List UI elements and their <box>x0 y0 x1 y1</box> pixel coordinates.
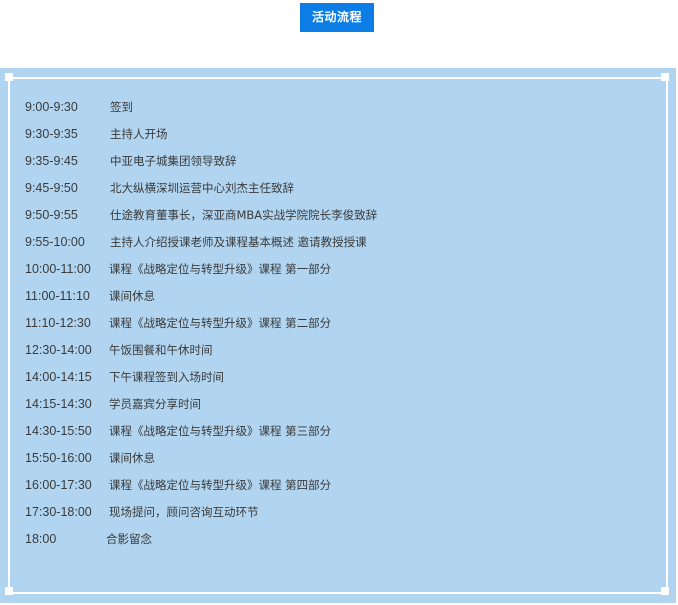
frame-corner-top-left <box>5 73 13 81</box>
schedule-row: 14:15-14:30 学员嘉宾分享时间 <box>25 395 625 422</box>
schedule-desc: 北大纵横深圳运营中心刘杰主任致辞 <box>110 181 294 195</box>
schedule-desc: 课程《战略定位与转型升级》课程 第二部分 <box>109 316 332 330</box>
schedule-time: 10:00-11:00 <box>25 262 91 276</box>
schedule-desc: 课程《战略定位与转型升级》课程 第一部分 <box>109 262 332 276</box>
schedule-desc: 主持人介绍授课老师及课程基本概述 邀请教授授课 <box>110 235 367 249</box>
frame-corner-bottom-right <box>661 587 669 595</box>
schedule-desc: 中亚电子城集团领导致辞 <box>110 154 237 168</box>
schedule-desc: 课间休息 <box>109 451 155 465</box>
schedule-row: 15:50-16:00 课间休息 <box>25 449 625 476</box>
schedule-time: 18:00 <box>25 532 57 546</box>
schedule-row: 11:10-12:30 课程《战略定位与转型升级》课程 第二部分 <box>25 314 625 341</box>
schedule-time: 9:45-9:50 <box>25 181 78 195</box>
schedule-time: 9:00-9:30 <box>25 100 78 114</box>
schedule-row: 16:00-17:30 课程《战略定位与转型升级》课程 第四部分 <box>25 476 625 503</box>
schedule-row: 14:30-15:50 课程《战略定位与转型升级》课程 第三部分 <box>25 422 625 449</box>
schedule-row: 9:55-10:00 主持人介绍授课老师及课程基本概述 邀请教授授课 <box>25 233 625 260</box>
schedule-desc: 午饭围餐和午休时间 <box>109 343 213 357</box>
schedule-desc: 课程《战略定位与转型升级》课程 第三部分 <box>109 424 332 438</box>
schedule-row: 12:30-14:00 午饭围餐和午休时间 <box>25 341 625 368</box>
schedule-time: 17:30-18:00 <box>25 505 92 519</box>
schedule-desc: 现场提问，顾问咨询互动环节 <box>109 505 259 519</box>
schedule-desc: 课程《战略定位与转型升级》课程 第四部分 <box>109 478 332 492</box>
activity-flow-tag: 活动流程 <box>300 3 374 32</box>
schedule-time: 11:00-11:10 <box>25 289 90 303</box>
schedule-desc: 签到 <box>110 100 133 114</box>
schedule-row: 14:00-14:15 下午课程签到入场时间 <box>25 368 625 395</box>
schedule-row: 9:50-9:55 仕途教育董事长，深亚商MBA实战学院院长李俊致辞 <box>25 206 625 233</box>
schedule-row: 9:45-9:50 北大纵横深圳运营中心刘杰主任致辞 <box>25 179 625 206</box>
schedule-desc: 主持人开场 <box>110 127 168 141</box>
schedule-desc: 课间休息 <box>109 289 155 303</box>
schedule-time: 16:00-17:30 <box>25 478 92 492</box>
schedule-desc: 仕途教育董事长，深亚商MBA实战学院院长李俊致辞 <box>110 208 378 222</box>
schedule-row: 9:30-9:35 主持人开场 <box>25 125 625 152</box>
schedule-row: 9:00-9:30 签到 <box>25 98 625 125</box>
schedule-row: 9:35-9:45 中亚电子城集团领导致辞 <box>25 152 625 179</box>
schedule-time: 9:35-9:45 <box>25 154 78 168</box>
schedule-panel: 9:00-9:30 签到 9:30-9:35 主持人开场 9:35-9:45 中… <box>0 68 676 603</box>
schedule-list: 9:00-9:30 签到 9:30-9:35 主持人开场 9:35-9:45 中… <box>25 98 625 557</box>
schedule-desc: 学员嘉宾分享时间 <box>109 397 201 411</box>
schedule-time: 9:50-9:55 <box>25 208 78 222</box>
frame-corner-bottom-left <box>5 587 13 595</box>
schedule-row: 11:00-11:10 课间休息 <box>25 287 625 314</box>
schedule-desc: 合影留念 <box>106 532 152 546</box>
schedule-row: 10:00-11:00 课程《战略定位与转型升级》课程 第一部分 <box>25 260 625 287</box>
schedule-time: 15:50-16:00 <box>25 451 92 465</box>
schedule-time: 14:15-14:30 <box>25 397 92 411</box>
schedule-time: 11:10-12:30 <box>25 316 91 330</box>
frame-corner-top-right <box>661 73 669 81</box>
schedule-desc: 下午课程签到入场时间 <box>109 370 224 384</box>
schedule-time: 12:30-14:00 <box>25 343 92 357</box>
schedule-time: 14:30-15:50 <box>25 424 92 438</box>
schedule-time: 14:00-14:15 <box>25 370 92 384</box>
schedule-time: 9:30-9:35 <box>25 127 78 141</box>
schedule-time: 9:55-10:00 <box>25 235 85 249</box>
schedule-row: 18:00 合影留念 <box>25 530 625 557</box>
schedule-row: 17:30-18:00 现场提问，顾问咨询互动环节 <box>25 503 625 530</box>
